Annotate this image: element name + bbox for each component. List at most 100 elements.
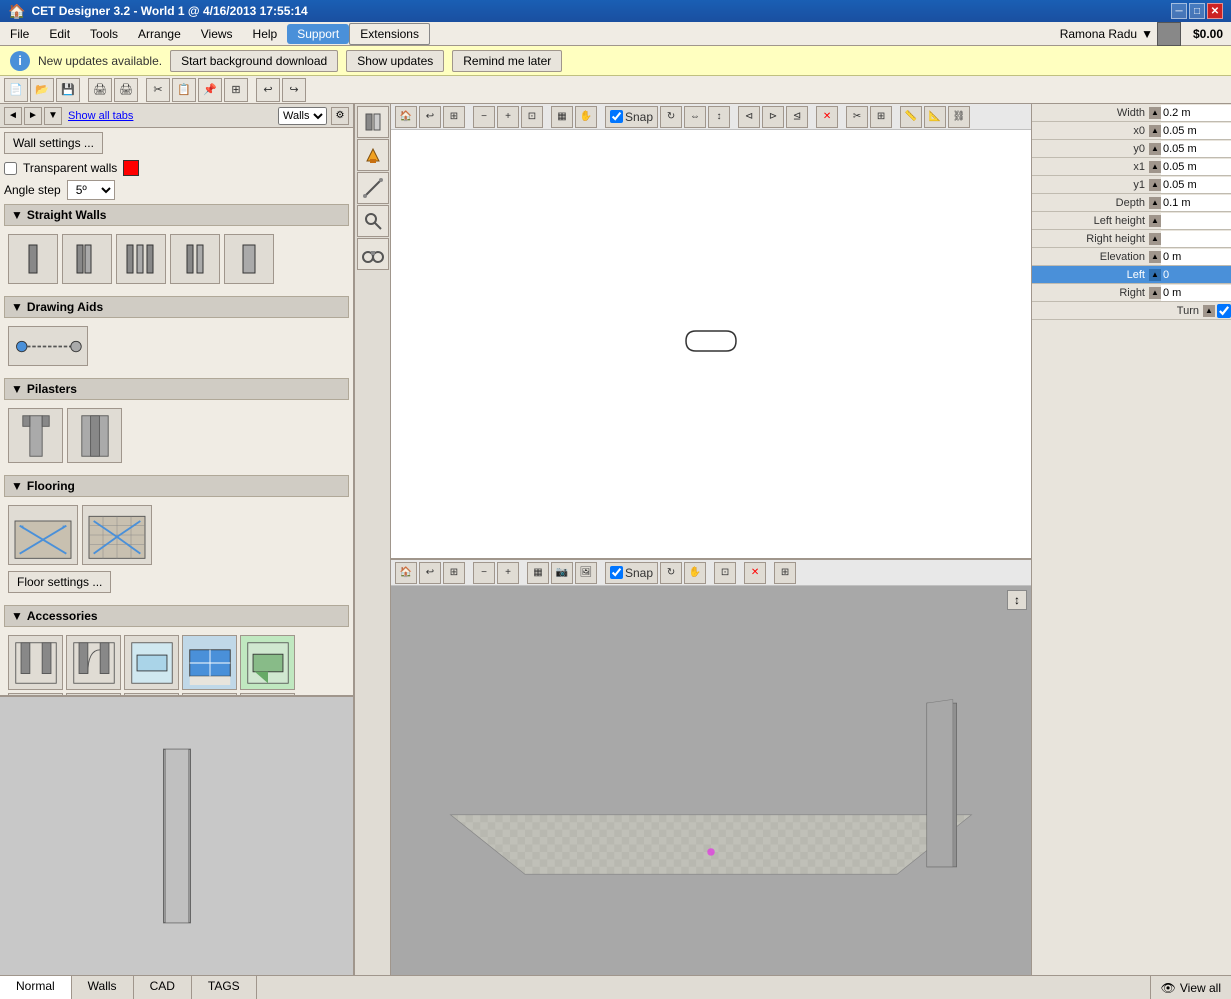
prop-value-elevation[interactable] [1161, 249, 1231, 265]
panel-forward-button[interactable]: ► [24, 107, 42, 125]
prop-btn-right[interactable]: ▲ [1149, 287, 1161, 299]
panel-back-button[interactable]: ◄ [4, 107, 22, 125]
prop-value-left-height[interactable] [1161, 213, 1231, 229]
view-2d-mirror[interactable]: ⇔ [684, 106, 706, 128]
view-2d-fit[interactable]: ⊞ [443, 106, 465, 128]
prop-btn-x1[interactable]: ▲ [1149, 161, 1161, 173]
print-setup-button[interactable]: 🖨 [88, 78, 112, 102]
prop-btn-y0[interactable]: ▲ [1149, 143, 1161, 155]
maximize-button[interactable]: □ [1189, 3, 1205, 19]
view-3d-fit[interactable]: ⊞ [443, 562, 465, 584]
view-3d-canvas[interactable]: ↕ [391, 586, 1031, 975]
view-3d-fit2[interactable]: ⊡ [714, 562, 736, 584]
view-3d-delete[interactable]: ✕ [744, 562, 766, 584]
view-2d-zoom-out[interactable]: − [473, 106, 495, 128]
accessories-header[interactable]: ▼ Accessories [4, 605, 349, 627]
print-button[interactable]: 🖨 [114, 78, 138, 102]
panel-settings-button[interactable]: ⚙ [331, 107, 349, 125]
show-all-tabs-link[interactable]: Show all tabs [68, 110, 133, 122]
wall-item-2[interactable] [62, 234, 112, 284]
save-button[interactable]: 💾 [56, 78, 80, 102]
paste-button[interactable]: 📌 [198, 78, 222, 102]
side-icon-paint[interactable] [357, 139, 389, 171]
wall-item-4[interactable] [170, 234, 220, 284]
view-3d-home[interactable]: 🏠 [395, 562, 417, 584]
prop-check-turn[interactable] [1217, 304, 1231, 318]
view-2d-pan[interactable]: ✋ [575, 106, 597, 128]
view-2d-snap[interactable]: Snap [605, 106, 658, 128]
paste-special-button[interactable]: ⊞ [224, 78, 248, 102]
prop-value-y0[interactable] [1161, 141, 1231, 157]
menu-tools[interactable]: Tools [80, 24, 128, 44]
prop-btn-y1[interactable]: ▲ [1149, 179, 1161, 191]
angle-step-select[interactable]: 5º 10º 15º 30º 45º 90º [67, 180, 115, 200]
straight-walls-header[interactable]: ▼ Straight Walls [4, 204, 349, 226]
floor-item-2[interactable] [82, 505, 152, 565]
view-2d-layout[interactable]: ▦ [551, 106, 573, 128]
drawing-aid-item-1[interactable] [8, 326, 88, 366]
show-updates-button[interactable]: Show updates [346, 50, 444, 72]
view-3d-screenshot2[interactable]: 🖼 [575, 562, 597, 584]
view-2d-align-center[interactable]: ⊳ [762, 106, 784, 128]
accessory-door[interactable] [66, 635, 121, 690]
view-2d-home[interactable]: 🏠 [395, 106, 417, 128]
cut-button[interactable]: ✂ [146, 78, 170, 102]
view-3d-snap[interactable]: Snap [605, 562, 658, 584]
menu-file[interactable]: File [0, 24, 39, 44]
status-tab-cad[interactable]: CAD [134, 976, 192, 999]
wall-item-3[interactable] [116, 234, 166, 284]
prop-btn-left-height[interactable]: ▲ [1149, 215, 1161, 227]
accessory-window-green[interactable] [240, 635, 295, 690]
view-3d-rotate[interactable]: ↻ [660, 562, 682, 584]
prop-btn-right-height[interactable]: ▲ [1149, 233, 1161, 245]
menu-extensions[interactable]: Extensions [349, 23, 430, 45]
view-3d-move[interactable]: ✋ [684, 562, 706, 584]
prop-value-right-height[interactable] [1161, 231, 1231, 247]
view-all-button[interactable]: 👁 View all [1150, 976, 1231, 999]
view-2d-align-left[interactable]: ⊲ [738, 106, 760, 128]
view-2d-chain[interactable]: ⛓ [948, 106, 970, 128]
view-2d-zoom-in[interactable]: + [497, 106, 519, 128]
view-3d-more[interactable]: ⊞ [774, 562, 796, 584]
view-2d-mirror2[interactable]: ↕ [708, 106, 730, 128]
prop-btn-elevation[interactable]: ▲ [1149, 251, 1161, 263]
prop-value-depth[interactable] [1161, 195, 1231, 211]
remind-later-button[interactable]: Remind me later [452, 50, 562, 72]
prop-value-width[interactable] [1161, 105, 1231, 121]
accessory-window-square[interactable] [124, 635, 179, 690]
prop-value-y1[interactable] [1161, 177, 1231, 193]
prop-value-left[interactable] [1161, 267, 1231, 283]
view-3d-screenshot[interactable]: 📷 [551, 562, 573, 584]
view-2d-more[interactable]: ⊞ [870, 106, 892, 128]
view-2d-align-right[interactable]: ⊴ [786, 106, 808, 128]
floor-settings-button[interactable]: Floor settings ... [8, 571, 111, 593]
prop-btn-turn[interactable]: ▲ [1203, 305, 1215, 317]
floor-item-1[interactable] [8, 505, 78, 565]
status-tab-normal[interactable]: Normal [0, 976, 72, 999]
view-2d-rotate[interactable]: ↻ [660, 106, 682, 128]
panel-down-button[interactable]: ▼ [44, 107, 62, 125]
prop-value-x0[interactable] [1161, 123, 1231, 139]
new-button[interactable]: 📄 [4, 78, 28, 102]
pilaster-item-2[interactable] [67, 408, 122, 463]
prop-btn-left[interactable]: ▲ [1149, 269, 1161, 281]
pilasters-header[interactable]: ▼ Pilasters [4, 378, 349, 400]
close-button[interactable]: ✕ [1207, 3, 1223, 19]
prop-btn-width[interactable]: ▲ [1149, 107, 1161, 119]
view-2d-delete[interactable]: ✕ [816, 106, 838, 128]
view-2d-zoom-fit[interactable]: ⊡ [521, 106, 543, 128]
wall-settings-button[interactable]: Wall settings ... [4, 132, 103, 154]
prop-btn-x0[interactable]: ▲ [1149, 125, 1161, 137]
wall-item-1[interactable] [8, 234, 58, 284]
panel-tab-dropdown[interactable]: Walls [278, 107, 327, 125]
menu-views[interactable]: Views [191, 24, 243, 44]
transparent-walls-checkbox[interactable] [4, 162, 17, 175]
menu-edit[interactable]: Edit [39, 24, 80, 44]
copy-button[interactable]: 📋 [172, 78, 196, 102]
undo-button[interactable]: ↩ [256, 78, 280, 102]
view-2d-ruler[interactable]: 📏 [900, 106, 922, 128]
wall-color-swatch[interactable] [123, 160, 139, 176]
view-2d-back[interactable]: ↩ [419, 106, 441, 128]
redo-button[interactable]: ↪ [282, 78, 306, 102]
drawing-aids-header[interactable]: ▼ Drawing Aids [4, 296, 349, 318]
